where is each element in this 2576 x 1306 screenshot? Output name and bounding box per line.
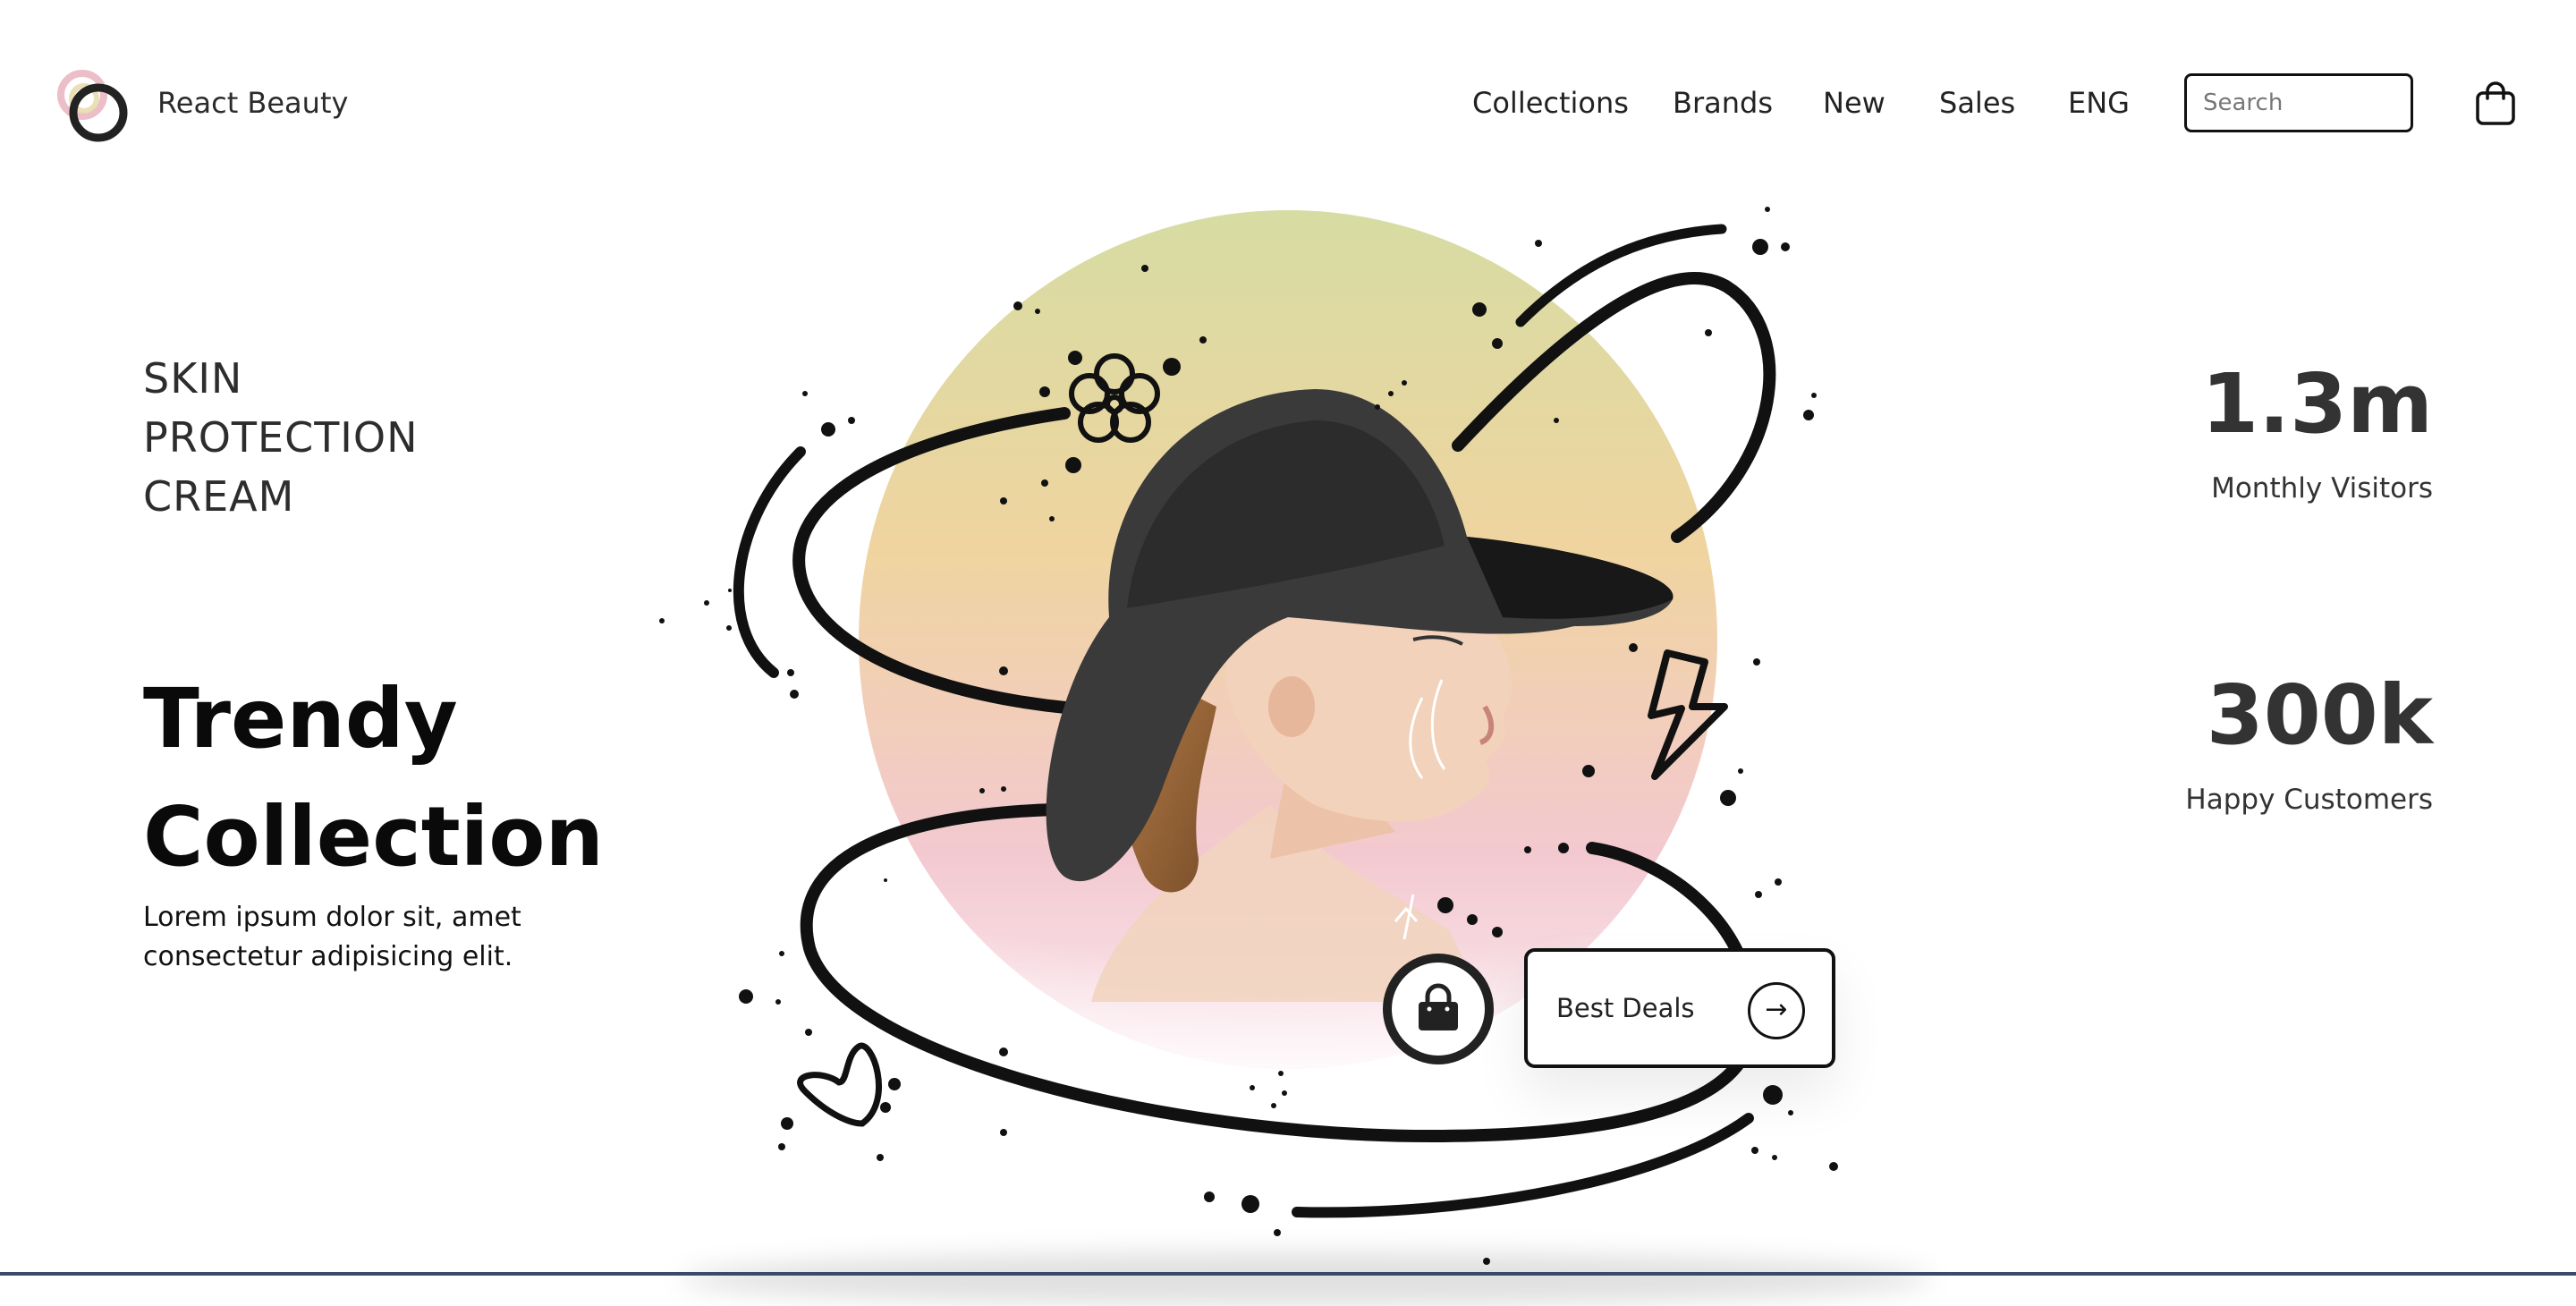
nav-new[interactable]: New	[1823, 86, 1885, 120]
logo-rings-icon	[57, 70, 128, 142]
nav-sales[interactable]: Sales	[1939, 86, 2015, 120]
bag-icon	[1419, 983, 1458, 1030]
brand-name[interactable]: React Beauty	[157, 86, 348, 120]
nav-brands[interactable]: Brands	[1673, 86, 1773, 120]
hero-description: Lorem ipsum dolor sit, amet consectetur …	[143, 902, 521, 972]
hero-title-line-1: Trendy	[143, 671, 458, 767]
hero-illustration	[659, 207, 1838, 1265]
nav-collections[interactable]: Collections	[1472, 86, 1629, 120]
best-deals-bag-button[interactable]	[1383, 954, 1494, 1064]
search-input[interactable]	[2184, 73, 2413, 132]
window-bottom-edge	[0, 1272, 2576, 1276]
arrow-right-icon[interactable]: →	[1748, 982, 1805, 1039]
tagline-line-3: CREAM	[143, 472, 295, 521]
stat-visitors-value: 1.3m	[2201, 356, 2433, 452]
shopping-bag-icon	[2476, 81, 2515, 125]
best-deals-card[interactable]: Best Deals →	[1524, 948, 1835, 1068]
stat-visitors-label: Monthly Visitors	[2211, 472, 2433, 505]
brand-logo[interactable]	[55, 68, 134, 147]
nav-language[interactable]: ENG	[2068, 86, 2130, 120]
stat-customers-value: 300k	[2206, 667, 2433, 763]
stat-customers-label: Happy Customers	[2185, 784, 2433, 816]
best-deals-label: Best Deals	[1556, 993, 1695, 1023]
bottom-shadow	[680, 1252, 1932, 1306]
hero-title-line-2: Collection	[143, 789, 604, 885]
tagline-line-2: PROTECTION	[143, 413, 419, 462]
cart-button[interactable]	[2474, 81, 2517, 127]
tagline-line-1: SKIN	[143, 354, 243, 403]
